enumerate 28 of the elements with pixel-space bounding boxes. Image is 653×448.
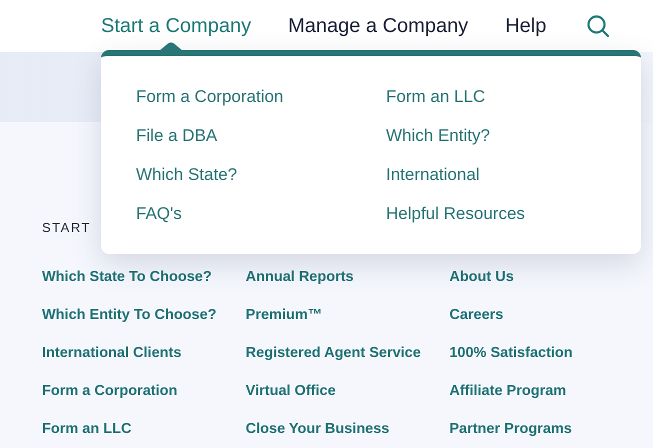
nav-link[interactable]: Manage a Company <box>288 11 468 41</box>
menu-item[interactable]: Which State? <box>136 164 386 186</box>
menu-item[interactable]: Which Entity? <box>386 125 636 147</box>
footer-link[interactable]: Virtual Office <box>246 382 450 400</box>
footer-heading: START <box>42 219 92 237</box>
footer-link[interactable]: Partner Programs <box>449 420 653 438</box>
footer-link[interactable]: Affiliate Program <box>449 382 653 400</box>
nav-link[interactable]: Help <box>505 11 546 41</box>
footer-link[interactable]: Registered Agent Service <box>246 344 450 362</box>
footer-link[interactable]: About Us <box>449 268 653 286</box>
menu-item[interactable]: International <box>386 164 636 186</box>
footer-link[interactable]: 100% Satisfaction <box>449 344 653 362</box>
menu-item[interactable]: Form a Corporation <box>136 86 386 108</box>
nav-link[interactable]: Start a Company <box>101 11 252 41</box>
footer-link[interactable]: Form an LLC <box>42 420 246 438</box>
menu-item[interactable]: Helpful Resources <box>386 203 636 225</box>
footer-link[interactable]: Premium™ <box>246 306 450 324</box>
menu-item[interactable]: Form an LLC <box>386 86 636 108</box>
menu-item[interactable]: FAQ's <box>136 203 386 225</box>
footer-link[interactable]: Annual Reports <box>246 268 450 286</box>
footer-link[interactable]: Which State To Choose? <box>42 268 246 286</box>
footer-link[interactable]: International Clients <box>42 344 246 362</box>
menu-item[interactable]: File a DBA <box>136 125 386 147</box>
footer-link[interactable]: Which Entity To Choose? <box>42 306 246 324</box>
footer-link[interactable]: Form a Corporation <box>42 382 246 400</box>
footer-link[interactable]: Close Your Business <box>246 420 450 438</box>
search-icon[interactable] <box>586 14 610 38</box>
footer-link[interactable]: Careers <box>449 306 653 324</box>
